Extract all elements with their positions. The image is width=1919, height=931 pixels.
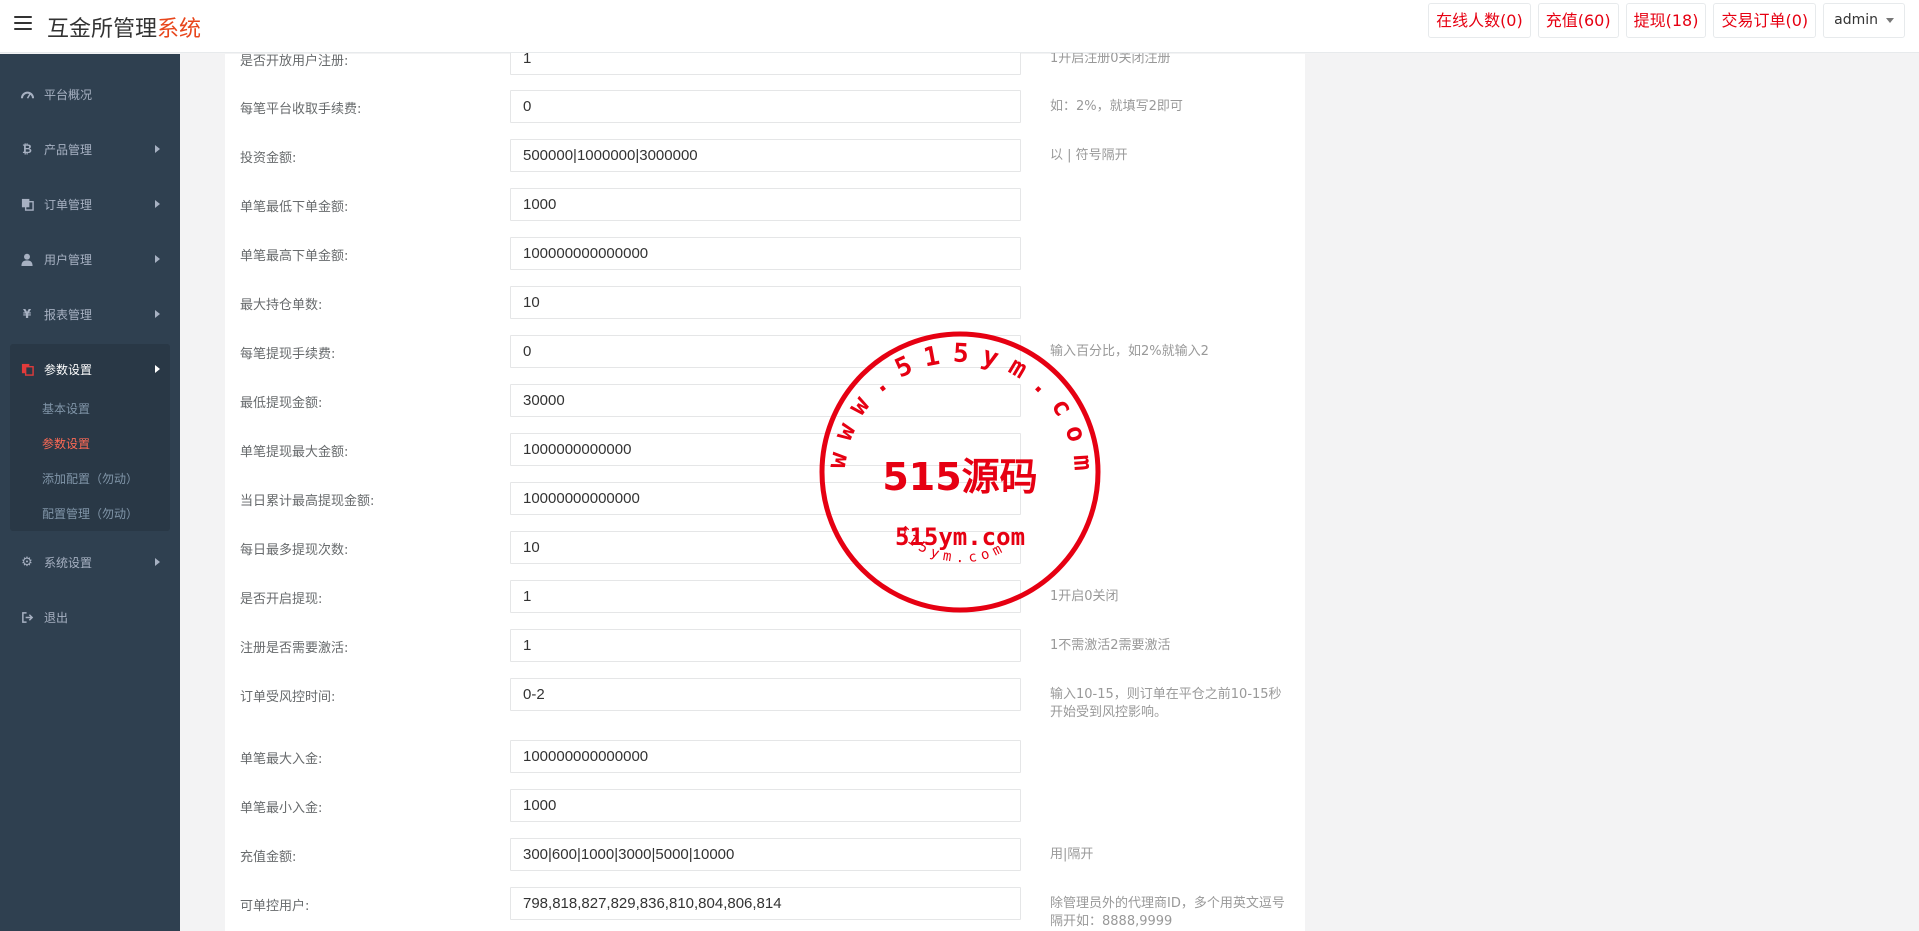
field-hint: 以 | 符号隔开 bbox=[1050, 148, 1128, 163]
sign-out-icon bbox=[20, 610, 34, 624]
registration-activation-input[interactable]: 1 bbox=[510, 629, 1021, 662]
field-label: 单笔提现最大金额: bbox=[240, 445, 349, 460]
field-label: 每笔平台收取手续费: bbox=[240, 102, 362, 117]
sidebar-item-label: 订单管理 bbox=[44, 197, 93, 212]
user-name: admin bbox=[1834, 12, 1878, 28]
field-hint: 输入百分比，如2%就输入2 bbox=[1050, 344, 1209, 359]
enable-withdraw-input[interactable]: 1 bbox=[510, 580, 1021, 613]
caret-right-icon bbox=[155, 310, 160, 318]
sidebar-subitem-params[interactable]: 参数设置 bbox=[42, 429, 90, 459]
sidebar-item-label: 报表管理 bbox=[44, 307, 93, 322]
sidebar-item-label: 退出 bbox=[44, 610, 69, 625]
field-label: 投资金额: bbox=[240, 151, 297, 166]
top-navbar: 互金所管理系统 在线人数(0) 充值(60) 提现(18) 交易订单(0) ad… bbox=[0, 0, 1919, 53]
min-deposit-input[interactable]: 1000 bbox=[510, 789, 1021, 822]
field-label: 单笔最低下单金额: bbox=[240, 200, 349, 215]
caret-right-icon bbox=[155, 365, 160, 373]
field-label: 最大持仓单数: bbox=[240, 298, 323, 313]
header-actions: 在线人数(0) 充值(60) 提现(18) 交易订单(0) admin bbox=[1428, 3, 1905, 38]
sidebar: 平台概况 ₿ 产品管理 订单管理 用户管理 ¥ 报表管理 参数设置 基本设置 参… bbox=[0, 54, 180, 931]
field-label: 是否开启提现: bbox=[240, 592, 323, 607]
sidebar-item-products[interactable]: ₿ 产品管理 bbox=[0, 129, 180, 169]
controllable-users-input[interactable]: 798,818,827,829,836,810,804,806,814 bbox=[510, 887, 1021, 920]
bitcoin-icon: ₿ bbox=[22, 142, 32, 156]
sidebar-subitem-config-manage[interactable]: 配置管理（勿动） bbox=[42, 499, 138, 529]
field-label: 每日最多提现次数: bbox=[240, 543, 349, 558]
caret-right-icon bbox=[155, 255, 160, 263]
withdraw-button[interactable]: 提现(18) bbox=[1625, 3, 1707, 38]
sidebar-item-params[interactable]: 参数设置 bbox=[0, 349, 180, 389]
sidebar-item-reports[interactable]: ¥ 报表管理 bbox=[0, 294, 180, 334]
sidebar-subitem-add-config[interactable]: 添加配置（勿动） bbox=[42, 464, 138, 494]
dashboard-icon bbox=[20, 87, 34, 101]
sidebar-item-label: 平台概况 bbox=[44, 87, 93, 102]
user-menu[interactable]: admin bbox=[1823, 3, 1905, 38]
daily-withdraw-count-input[interactable]: 10 bbox=[510, 531, 1021, 564]
field-label: 单笔最高下单金额: bbox=[240, 249, 349, 264]
field-label: 注册是否需要激活: bbox=[240, 641, 349, 656]
field-label: 充值金额: bbox=[240, 850, 297, 865]
caret-down-icon bbox=[1886, 18, 1894, 23]
platform-fee-input[interactable]: 0 bbox=[510, 90, 1021, 123]
min-withdraw-input[interactable]: 30000 bbox=[510, 384, 1021, 417]
max-positions-input[interactable]: 10 bbox=[510, 286, 1021, 319]
brand-main: 互金所管理 bbox=[47, 17, 158, 42]
withdraw-fee-input[interactable]: 0 bbox=[510, 335, 1021, 368]
cogs-icon: ⚙ bbox=[21, 554, 33, 570]
daily-max-withdraw-input[interactable]: 10000000000000 bbox=[510, 482, 1021, 515]
field-hint: 输入10-15，则订单在平仓之前10-15秒开始受到风控影响。 bbox=[1050, 687, 1282, 720]
field-hint: 1开启0关闭 bbox=[1050, 589, 1119, 604]
menu-toggle-icon[interactable] bbox=[14, 16, 32, 32]
sidebar-item-label: 系统设置 bbox=[44, 555, 93, 570]
field-label: 订单受风控时间: bbox=[240, 690, 336, 705]
sidebar-subitem-basic[interactable]: 基本设置 bbox=[42, 394, 90, 424]
brand-title: 互金所管理系统 bbox=[47, 11, 201, 43]
yen-icon: ¥ bbox=[22, 307, 32, 321]
field-label: 最低提现金额: bbox=[240, 396, 323, 411]
risk-control-time-input[interactable]: 0-2 bbox=[510, 678, 1021, 711]
field-label: 单笔最小入金: bbox=[240, 801, 323, 816]
brand-accent: 系统 bbox=[157, 17, 202, 42]
field-label: 当日累计最高提现金额: bbox=[240, 494, 375, 509]
sidebar-item-overview[interactable]: 平台概况 bbox=[0, 74, 180, 114]
field-label: 可单控用户: bbox=[240, 899, 310, 914]
user-icon bbox=[20, 252, 34, 266]
caret-right-icon bbox=[155, 558, 160, 566]
max-single-withdraw-input[interactable]: 1000000000000 bbox=[510, 433, 1021, 466]
sidebar-item-users[interactable]: 用户管理 bbox=[0, 239, 180, 279]
max-order-amount-input[interactable]: 100000000000000 bbox=[510, 237, 1021, 270]
files-icon bbox=[20, 362, 34, 376]
caret-right-icon bbox=[155, 200, 160, 208]
caret-right-icon bbox=[155, 145, 160, 153]
recharge-button[interactable]: 充值(60) bbox=[1537, 3, 1619, 38]
field-label: 单笔最大入金: bbox=[240, 752, 323, 767]
field-hint: 1不需激活2需要激活 bbox=[1050, 638, 1171, 653]
sidebar-item-logout[interactable]: 退出 bbox=[0, 597, 180, 637]
settings-form-panel: 是否开放用户注册: 1 1开启注册0关闭注册 每笔平台收取手续费: 0 如：2%… bbox=[225, 42, 1305, 931]
trade-orders-button[interactable]: 交易订单(0) bbox=[1713, 3, 1817, 38]
sidebar-item-system[interactable]: ⚙ 系统设置 bbox=[0, 542, 180, 582]
field-hint: 如：2%，就填写2即可 bbox=[1050, 99, 1183, 114]
max-deposit-input[interactable]: 100000000000000 bbox=[510, 740, 1021, 773]
field-hint: 除管理员外的代理商ID，多个用英文逗号隔开如：8888,9999 bbox=[1050, 896, 1285, 929]
min-order-amount-input[interactable]: 1000 bbox=[510, 188, 1021, 221]
sidebar-item-orders[interactable]: 订单管理 bbox=[0, 184, 180, 224]
investment-amount-input[interactable]: 500000|1000000|3000000 bbox=[510, 139, 1021, 172]
recharge-amount-input[interactable]: 300|600|1000|3000|5000|10000 bbox=[510, 838, 1021, 871]
online-users-button[interactable]: 在线人数(0) bbox=[1428, 3, 1531, 38]
field-label: 每笔提现手续费: bbox=[240, 347, 336, 362]
sidebar-item-label: 用户管理 bbox=[44, 252, 93, 267]
field-hint: 用|隔开 bbox=[1050, 847, 1094, 862]
sidebar-item-label: 参数设置 bbox=[44, 362, 93, 377]
sidebar-item-label: 产品管理 bbox=[44, 142, 93, 157]
copy-icon bbox=[20, 197, 34, 211]
